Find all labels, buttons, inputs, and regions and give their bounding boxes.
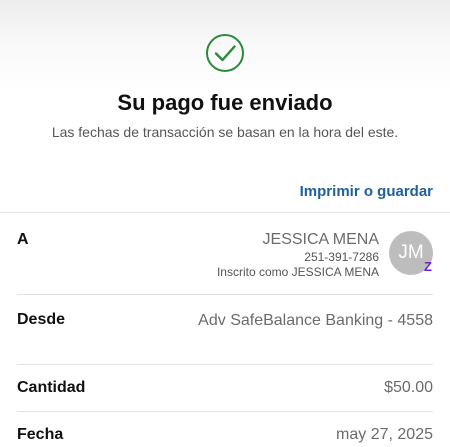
amount-label: Cantidad <box>17 379 86 396</box>
recipient-label: A <box>17 231 29 248</box>
recipient-enrolled-as: Inscrito como JESSICA MENA <box>216 265 379 279</box>
recipient-row: A JESSICA MENA 251-391-7286 Inscrito com… <box>17 213 433 295</box>
source-account-label: Desde <box>17 311 66 328</box>
amount-row: Cantidad $50.00 <box>17 365 433 412</box>
source-account-row: Desde Adv SafeBalance Banking - 4558 <box>17 295 433 365</box>
timezone-note: Las fechas de transacción se basan en la… <box>51 124 399 140</box>
amount-value: $50.00 <box>384 379 433 396</box>
check-circle-icon <box>206 34 244 72</box>
print-or-save-link[interactable]: Imprimir o guardar <box>300 183 433 200</box>
date-label: Fecha <box>17 426 64 443</box>
source-account-value: Adv SafeBalance Banking - 4558 <box>198 312 433 329</box>
date-row: Fecha may 27, 2025 <box>17 412 433 447</box>
recipient-name: JESSICA MENA <box>262 231 379 248</box>
date-value: may 27, 2025 <box>336 426 433 443</box>
page-title: Su pago fue enviado <box>117 90 333 115</box>
recipient-phone: 251-391-7286 <box>304 250 379 264</box>
zelle-icon: Z <box>424 259 432 274</box>
recipient-info: JESSICA MENA 251-391-7286 Inscrito como … <box>217 230 379 280</box>
payment-details: A JESSICA MENA 251-391-7286 Inscrito com… <box>0 212 450 447</box>
